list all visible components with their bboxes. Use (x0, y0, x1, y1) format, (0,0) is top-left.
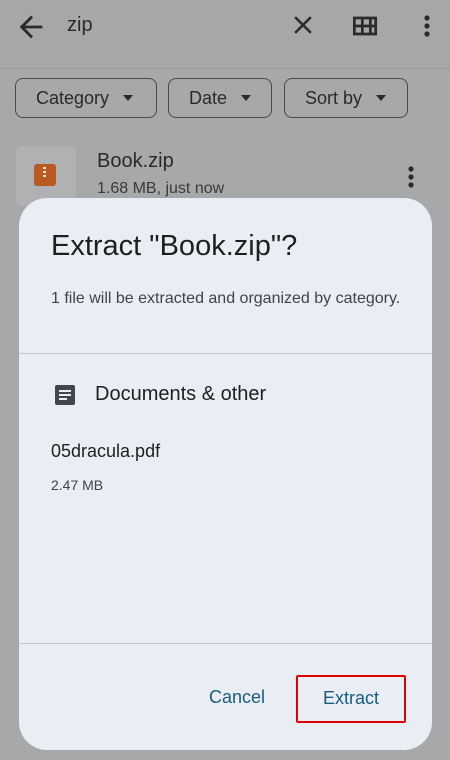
more-vert-icon[interactable] (416, 10, 438, 42)
divider (19, 643, 432, 644)
section-title: Documents & other (95, 383, 267, 405)
file-name[interactable]: Book.zip (97, 150, 174, 173)
grid-view-icon[interactable] (349, 10, 381, 42)
chip-label: Date (189, 87, 228, 108)
filter-chip-date[interactable]: Date (168, 78, 272, 118)
dialog-title: Extract "Book.zip"? (51, 230, 298, 262)
divider (0, 68, 450, 69)
document-icon (53, 383, 77, 407)
file-more-icon[interactable] (400, 162, 422, 192)
dropdown-caret-icon (123, 95, 134, 101)
filter-chip-sort-by[interactable]: Sort by (284, 78, 408, 118)
extracted-file-size: 2.47 MB (51, 477, 104, 493)
search-app-bar: zip (0, 0, 450, 68)
chip-label: Sort by (305, 87, 363, 108)
extracted-file-name: 05dracula.pdf (51, 441, 161, 461)
zip-file-icon (34, 164, 56, 186)
extract-dialog: Extract "Book.zip"? 1 file will be extra… (19, 198, 432, 750)
file-meta: 1.68 MB, just now (97, 180, 225, 197)
filter-chip-category[interactable]: Category (15, 78, 157, 118)
divider (19, 353, 432, 354)
dialog-description: 1 file will be extracted and organized b… (51, 290, 401, 307)
back-arrow-icon[interactable] (14, 10, 48, 44)
dropdown-caret-icon (241, 95, 252, 101)
dropdown-caret-icon (376, 95, 387, 101)
close-icon[interactable] (288, 10, 318, 40)
search-query[interactable]: zip (67, 14, 93, 37)
chip-label: Category (36, 87, 110, 108)
extract-button[interactable]: Extract (297, 675, 405, 721)
cancel-button[interactable]: Cancel (189, 677, 285, 717)
